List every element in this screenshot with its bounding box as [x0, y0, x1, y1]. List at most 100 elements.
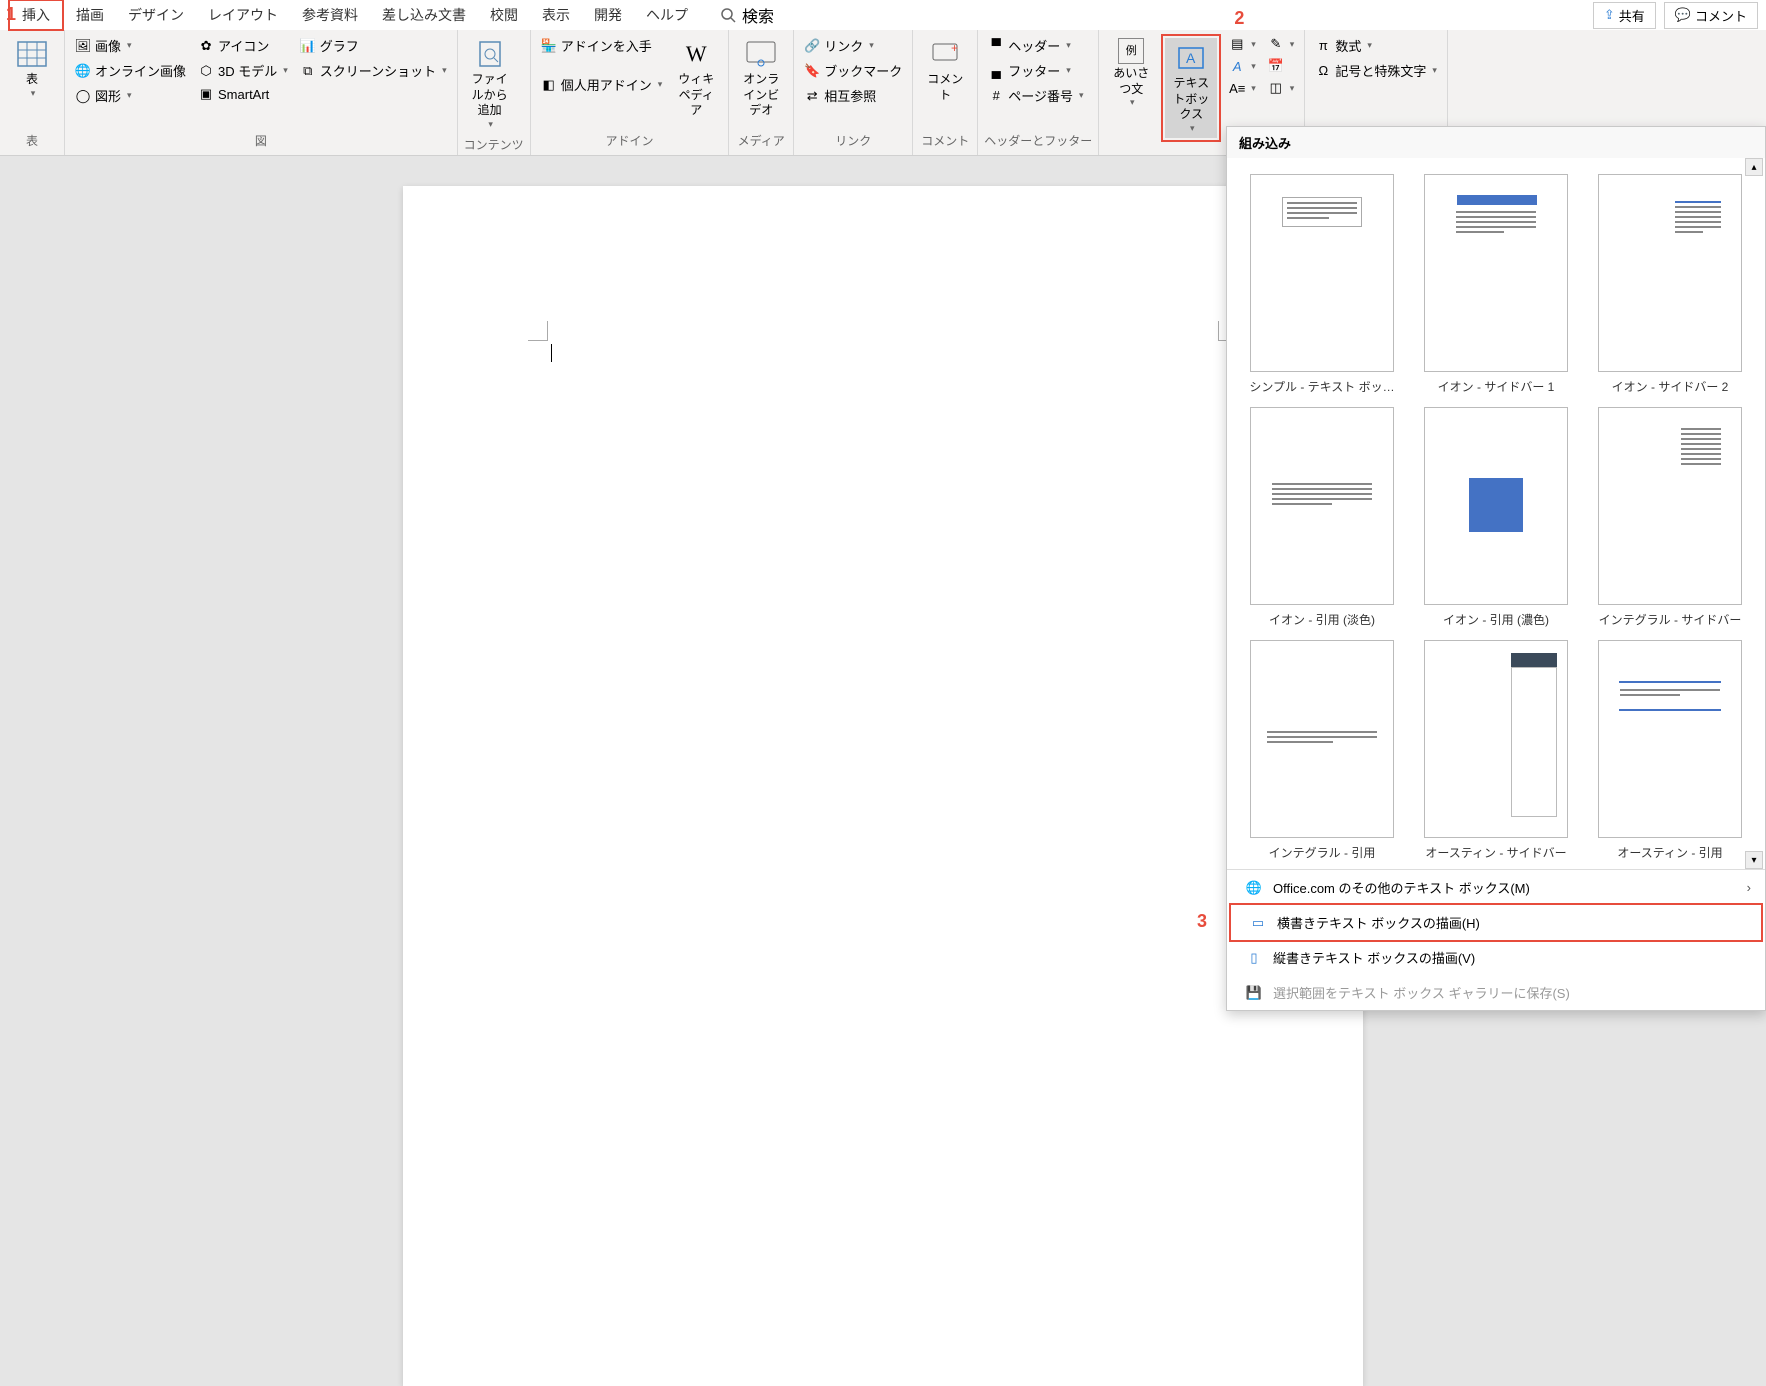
wordart-button[interactable]: A▾: [1225, 56, 1260, 76]
pagenum-button[interactable]: #ページ番号▾: [984, 84, 1087, 107]
my-addins-label: 個人用アドイン: [561, 75, 652, 94]
addin-icon: ◧: [541, 77, 557, 93]
gallery-label-6: インテグラル - 引用: [1269, 844, 1376, 861]
menu-save-label: 選択範囲をテキスト ボックス ギャラリーに保存(S): [1273, 983, 1570, 1002]
footer-button[interactable]: ▄フッター▾: [984, 59, 1087, 82]
tab-view[interactable]: 表示: [530, 1, 582, 29]
menu-save-to-gallery: 💾 選択範囲をテキスト ボックス ギャラリーに保存(S): [1227, 975, 1765, 1010]
tab-insert[interactable]: 挿入: [8, 0, 64, 31]
file-reuse-icon: [474, 38, 506, 70]
link-label: リンク: [824, 36, 863, 55]
menu-draw-horizontal-textbox[interactable]: ▭ 横書きテキスト ボックスの描画(H): [1229, 903, 1763, 942]
crossref-label: 相互参照: [824, 86, 876, 105]
store-icon: 🏪: [541, 38, 557, 54]
annotation-1: 1: [6, 4, 16, 25]
search-label: 検索: [742, 3, 774, 27]
footer-icon: ▄: [988, 63, 1004, 79]
gallery-item-austin-quote[interactable]: オースティン - 引用: [1595, 640, 1745, 861]
group-media-label: メディア: [735, 130, 787, 151]
online-video-button[interactable]: オンラインビデオ: [735, 34, 787, 123]
textbox-vertical-icon: ▯: [1245, 949, 1263, 967]
header-button[interactable]: ▀ヘッダー▾: [984, 34, 1087, 57]
tab-developer[interactable]: 開発: [582, 1, 634, 29]
smartart-button[interactable]: ▣SmartArt: [194, 84, 292, 104]
shapes-label: 図形: [95, 86, 121, 105]
dropcap-button[interactable]: A≡▾: [1225, 78, 1260, 98]
datetime-icon: 📅: [1268, 58, 1284, 74]
gallery-item-ion-sidebar1[interactable]: イオン - サイドバー 1: [1421, 174, 1571, 395]
gallery-label-5: インテグラル - サイドバー: [1599, 611, 1742, 628]
gallery-item-austin-sidebar[interactable]: オースティン - サイドバー: [1421, 640, 1571, 861]
icons-label: アイコン: [218, 36, 269, 55]
share-label: 共有: [1619, 6, 1645, 25]
shapes-icon: ◯: [75, 88, 91, 104]
chart-icon: 📊: [300, 38, 316, 54]
datetime-button[interactable]: 📅: [1264, 56, 1299, 76]
icons-button[interactable]: ✿アイコン: [194, 34, 292, 57]
tab-help[interactable]: ヘルプ: [634, 1, 700, 29]
online-image-button[interactable]: 🌐オンライン画像: [71, 59, 190, 82]
object-button[interactable]: ◫▾: [1264, 78, 1299, 98]
gallery-item-simple[interactable]: シンプル - テキスト ボッ…: [1247, 174, 1397, 395]
tab-design[interactable]: デザイン: [116, 1, 196, 29]
shapes-button[interactable]: ◯図形▾: [71, 84, 190, 107]
comment-label: コメント: [1695, 6, 1747, 25]
get-addins-button[interactable]: 🏪アドインを入手: [537, 34, 667, 57]
equation-button[interactable]: π数式▾: [1311, 34, 1441, 57]
menu-office-label: Office.com のその他のテキスト ボックス(M): [1273, 878, 1530, 897]
bookmark-icon: 🔖: [804, 63, 820, 79]
signature-button[interactable]: ✎▾: [1264, 34, 1299, 54]
scroll-down-button[interactable]: ▾: [1745, 851, 1763, 869]
text-cursor: [551, 344, 552, 362]
tab-review[interactable]: 校閲: [478, 1, 530, 29]
document-page[interactable]: [403, 186, 1363, 1386]
menu-office-more[interactable]: 🌐 Office.com のその他のテキスト ボックス(M) ›: [1227, 870, 1765, 905]
tab-references[interactable]: 参考資料: [290, 1, 370, 29]
chart-button[interactable]: 📊グラフ: [296, 34, 451, 57]
gallery-label-3: イオン - 引用 (淡色): [1269, 611, 1375, 628]
my-addins-button[interactable]: ◧個人用アドイン▾: [537, 73, 667, 96]
screenshot-button[interactable]: ⧉スクリーンショット▾: [296, 59, 451, 82]
group-contents-label: コンテンツ: [464, 134, 524, 155]
wikipedia-button[interactable]: W ウィキペディア: [670, 34, 722, 123]
greeting-label: あいさつ文: [1109, 66, 1153, 97]
gallery-item-integral-quote[interactable]: インテグラル - 引用: [1247, 640, 1397, 861]
symbol-button[interactable]: Ω記号と特殊文字▾: [1311, 59, 1441, 82]
textbox-gallery-panel: 組み込み ▴ シンプル - テキスト ボッ… イオン - サイドバー 1 イオン…: [1226, 126, 1766, 1011]
header-label: ヘッダー: [1008, 36, 1060, 55]
share-button[interactable]: ⇪ 共有: [1593, 2, 1656, 29]
symbol-label: 記号と特殊文字: [1335, 61, 1426, 80]
tab-mailings[interactable]: 差し込み文書: [370, 1, 478, 29]
menu-draw-vertical-textbox[interactable]: ▯ 縦書きテキスト ボックスの描画(V): [1227, 940, 1765, 975]
gallery-item-ion-sidebar2[interactable]: イオン - サイドバー 2: [1595, 174, 1745, 395]
table-btn-label: 表: [26, 72, 38, 88]
image-button[interactable]: 🖼画像▾: [71, 34, 190, 57]
wikipedia-label: ウィキペディア: [674, 72, 718, 119]
comment-button[interactable]: 💬 コメント: [1664, 2, 1758, 29]
textbox-button[interactable]: A テキストボックス▾: [1165, 38, 1217, 138]
link-button[interactable]: 🔗リンク▾: [800, 34, 906, 57]
tab-layout[interactable]: レイアウト: [196, 1, 290, 29]
search-box[interactable]: 検索: [720, 3, 774, 27]
greeting-icon: 例: [1118, 38, 1144, 64]
gallery-label-0: シンプル - テキスト ボッ…: [1249, 378, 1394, 395]
chevron-right-icon: ›: [1747, 880, 1751, 895]
gallery-item-ion-quote-dark[interactable]: イオン - 引用 (濃色): [1421, 407, 1571, 628]
smartart-label: SmartArt: [218, 87, 269, 102]
bookmark-button[interactable]: 🔖ブックマーク: [800, 59, 906, 82]
pagenum-icon: #: [988, 88, 1004, 104]
new-comment-button[interactable]: + コメント: [919, 34, 971, 107]
group-addins-label: アドイン: [537, 130, 723, 151]
tab-draw[interactable]: 描画: [64, 1, 116, 29]
quickparts-button[interactable]: ▤▾: [1225, 34, 1260, 54]
table-button[interactable]: 表 ▾: [6, 34, 58, 103]
gallery-item-integral-sidebar[interactable]: インテグラル - サイドバー: [1595, 407, 1745, 628]
gallery-label-1: イオン - サイドバー 1: [1438, 378, 1555, 395]
group-link-label: リンク: [800, 130, 906, 151]
greeting-button[interactable]: 例 あいさつ文▾: [1105, 34, 1157, 113]
gallery-item-ion-quote-light[interactable]: イオン - 引用 (淡色): [1247, 407, 1397, 628]
crossref-icon: ⇄: [804, 88, 820, 104]
3dmodel-button[interactable]: ⬡3D モデル▾: [194, 59, 292, 82]
crossref-button[interactable]: ⇄相互参照: [800, 84, 906, 107]
file-reuse-button[interactable]: ファイルから追加▾: [464, 34, 516, 134]
